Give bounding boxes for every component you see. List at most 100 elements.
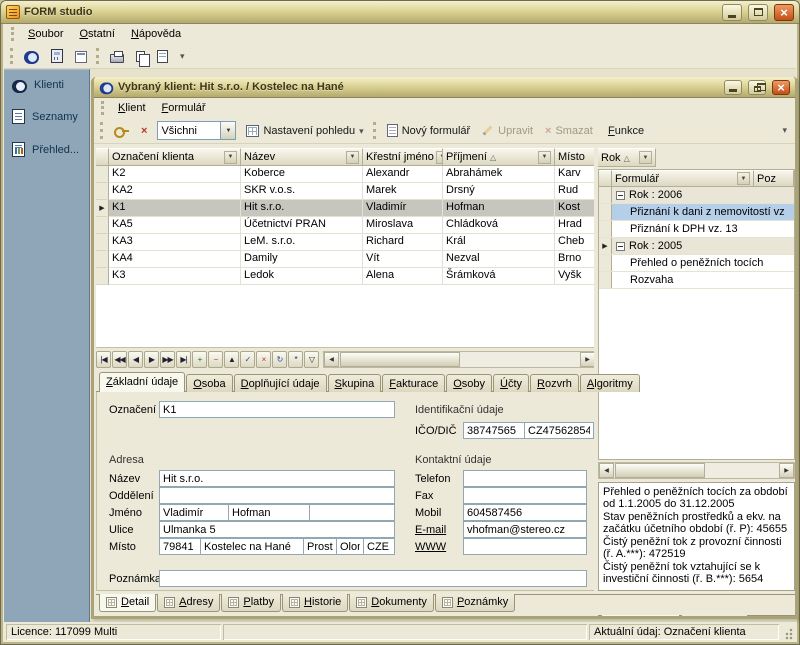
form-row[interactable]: Přiznání k DPH vz. 13 xyxy=(599,221,794,238)
ico-field[interactable] xyxy=(463,422,525,439)
nav-edit-button[interactable]: ▲ xyxy=(224,351,239,368)
nav-cancel-button[interactable]: × xyxy=(256,351,271,368)
toolbar-clients-button[interactable] xyxy=(18,46,45,67)
tab-platby[interactable]: Platby xyxy=(221,594,281,612)
menu-formular[interactable]: Formulář xyxy=(155,99,213,117)
prijmeni-field[interactable] xyxy=(228,504,310,521)
nav-post-button[interactable]: ✓ xyxy=(240,351,255,368)
telefon-field[interactable] xyxy=(463,470,587,487)
table-row-selected[interactable]: K1 Hit s.r.o. Vladimír Hofman Kost xyxy=(96,200,596,217)
menu-soubor[interactable]: Soubor xyxy=(21,25,70,43)
scroll-right-icon[interactable] xyxy=(779,463,794,478)
toolbar-print-button[interactable] xyxy=(104,46,130,67)
tab-historie[interactable]: Historie xyxy=(282,594,348,612)
nazev-field[interactable] xyxy=(159,470,395,487)
client-close-button[interactable] xyxy=(772,80,790,95)
scroll-left-icon[interactable] xyxy=(324,352,339,367)
column-header-krestni-jmeno[interactable]: Křestní jméno xyxy=(363,148,443,166)
menu-ostatni[interactable]: Ostatní xyxy=(72,25,121,43)
tab-dokumenty[interactable]: Dokumenty xyxy=(349,594,434,612)
toolbar-calculator-button[interactable] xyxy=(45,46,69,67)
nav-next-page-button[interactable]: ▶▶ xyxy=(160,351,175,368)
forms-horizontal-scrollbar[interactable] xyxy=(598,462,795,479)
client-toolbar-handle[interactable] xyxy=(100,122,105,139)
tab-detail[interactable]: Detail xyxy=(99,594,156,612)
psc-field[interactable] xyxy=(159,538,201,555)
table-row[interactable]: KA4 Damily Vít Nezval Brno xyxy=(96,251,596,268)
column-filter-icon[interactable] xyxy=(538,151,551,164)
client-toolbar-group-handle[interactable] xyxy=(373,122,378,139)
view-filter-combo[interactable] xyxy=(157,121,236,140)
stat-field[interactable] xyxy=(363,538,395,555)
view-settings-button[interactable]: Nastavení pohledu xyxy=(240,120,369,141)
nav-next-button[interactable]: ▶ xyxy=(144,351,159,368)
sidebar-item-seznamy[interactable]: Seznamy xyxy=(4,100,89,133)
nav-prior-page-button[interactable]: ◀◀ xyxy=(112,351,127,368)
column-filter-icon[interactable] xyxy=(224,151,237,164)
column-header-misto[interactable]: Místo xyxy=(555,148,596,166)
group-row-2005[interactable]: Rok : 2005 xyxy=(599,238,794,255)
table-row[interactable]: K3 Ledok Alena Šrámková Vyšk xyxy=(96,268,596,285)
poznamka-field[interactable] xyxy=(159,570,587,587)
functions-button[interactable]: Funkce xyxy=(602,120,650,141)
new-form-button[interactable]: Nový formulář xyxy=(381,120,476,141)
client-menubar-handle[interactable] xyxy=(101,101,106,115)
nav-insert-button[interactable]: + xyxy=(192,351,207,368)
nav-delete-button[interactable]: − xyxy=(208,351,223,368)
tab-informace[interactable]: Informace xyxy=(601,615,680,616)
dic-field[interactable] xyxy=(524,422,594,439)
tab-adresy[interactable]: Adresy xyxy=(157,594,220,612)
toolbar-copy-button[interactable] xyxy=(130,46,151,67)
email-field[interactable] xyxy=(463,521,587,538)
group-by-year-button[interactable]: Rok xyxy=(598,148,656,167)
toolbar-overflow-chevron[interactable] xyxy=(174,46,191,67)
table-row[interactable]: KA5 Účetnictví PRAN Miroslava Chládková … xyxy=(96,217,596,234)
toolbar-forms-button[interactable] xyxy=(69,46,93,67)
tab-rozvrh[interactable]: Rozvrh xyxy=(530,374,579,392)
column-header-poz[interactable]: Poz xyxy=(754,170,794,187)
column-header-prijmeni[interactable]: Příjmení xyxy=(443,148,555,166)
close-button[interactable] xyxy=(774,4,794,21)
tab-form-historie[interactable]: Historie xyxy=(681,615,748,616)
menu-klient[interactable]: Klient xyxy=(111,99,153,117)
scroll-left-icon[interactable] xyxy=(599,463,614,478)
tab-skupina[interactable]: Skupina xyxy=(328,374,382,392)
column-filter-icon[interactable] xyxy=(737,172,750,185)
column-header-oznaceni-klienta[interactable]: Označení klienta xyxy=(109,148,241,166)
tab-osoba[interactable]: Osoba xyxy=(186,374,232,392)
tab-zakladni-udaje[interactable]: Základní údaje xyxy=(99,372,185,392)
sidebar-item-prehled[interactable]: Přehled... xyxy=(4,133,89,166)
grid-horizontal-scrollbar[interactable] xyxy=(323,351,596,368)
kraj-field[interactable] xyxy=(336,538,364,555)
nav-bookmark-button[interactable]: * xyxy=(288,351,303,368)
tab-fakturace[interactable]: Fakturace xyxy=(382,374,445,392)
tab-algoritmy[interactable]: Algoritmy xyxy=(580,374,640,392)
nav-last-button[interactable]: ▶| xyxy=(176,351,191,368)
obec-field[interactable] xyxy=(200,538,304,555)
key-button[interactable] xyxy=(108,120,135,141)
jmeno-field[interactable] xyxy=(159,504,229,521)
okres-field[interactable] xyxy=(303,538,337,555)
toolbar-export-button[interactable] xyxy=(151,46,174,67)
column-filter-icon[interactable] xyxy=(346,151,359,164)
nav-refresh-button[interactable]: ↻ xyxy=(272,351,287,368)
form-row[interactable]: Rozvaha xyxy=(599,272,794,289)
form-row[interactable]: Přehled o peněžních tocích xyxy=(599,255,794,272)
column-header-nazev[interactable]: Název xyxy=(241,148,363,166)
toolbar-group-handle[interactable] xyxy=(96,48,101,64)
oddeleni-field[interactable] xyxy=(159,487,395,504)
view-filter-input[interactable] xyxy=(158,122,220,139)
scrollbar-thumb[interactable] xyxy=(340,352,460,367)
nav-filter-button[interactable]: ▽ xyxy=(304,351,319,368)
www-field[interactable] xyxy=(463,538,587,555)
scro ll-right-icon[interactable] xyxy=(580,352,595,367)
resize-grip[interactable] xyxy=(781,624,794,640)
client-toolbar-overflow-chevron[interactable] xyxy=(776,120,793,141)
combo-dropdown-icon[interactable] xyxy=(220,122,235,139)
ulice-field[interactable] xyxy=(159,521,395,538)
nav-first-button[interactable]: |◀ xyxy=(96,351,111,368)
form-row-selected[interactable]: Přiznání k dani z nemovitostí vz xyxy=(599,204,794,221)
minimize-button[interactable] xyxy=(722,4,742,21)
tab-doplnujici-udaje[interactable]: Doplňující údaje xyxy=(234,374,327,392)
toolbar-drag-handle[interactable] xyxy=(10,48,15,64)
